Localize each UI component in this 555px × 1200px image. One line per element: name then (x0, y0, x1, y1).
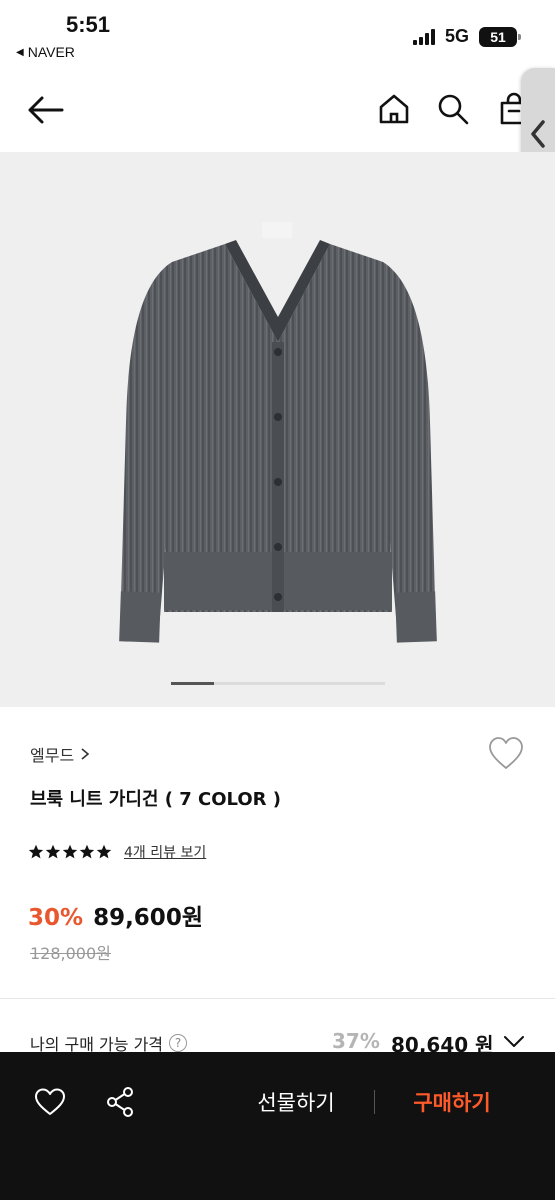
buy-button[interactable]: 구매하기 (396, 1086, 508, 1118)
network-type: 5G (444, 26, 469, 46)
star-icon (79, 844, 95, 859)
brand-name: 엘무드 (30, 746, 75, 765)
discount-rate: 30% (28, 905, 84, 931)
back-triangle-icon: ◀ (16, 46, 24, 58)
chevron-left-icon (531, 120, 545, 148)
brand-link[interactable]: 엘무드 (30, 742, 90, 766)
share-button[interactable] (104, 1086, 136, 1118)
cardigan-image (119, 222, 437, 643)
help-icon[interactable]: ? (169, 1034, 188, 1052)
rating-row: 4개 리뷰 보기 (28, 842, 206, 862)
back-app-name: NAVER (27, 44, 75, 60)
image-pager-active (171, 682, 214, 685)
bottom-action-bar: 선물하기 구매하기 (0, 1052, 555, 1200)
star-icon (62, 844, 78, 859)
price-row: 30% 89,600원 (28, 898, 203, 932)
signal-icon (412, 28, 435, 45)
chevron-right-icon (81, 748, 90, 760)
wishlist-button[interactable] (487, 735, 525, 773)
search-button[interactable] (436, 92, 470, 126)
product-image-carousel[interactable] (0, 152, 555, 707)
status-indicators: 5G 51 (412, 26, 521, 47)
star-icon (28, 844, 44, 859)
back-button[interactable] (26, 92, 66, 128)
header (0, 78, 555, 142)
back-to-app-link[interactable]: ◀ NAVER (16, 44, 75, 60)
original-price: 128,000원 (30, 944, 111, 963)
arrow-left-icon (28, 96, 64, 124)
sale-price: 89,600원 (93, 905, 203, 931)
home-button[interactable] (377, 92, 411, 126)
star-icon (96, 844, 112, 859)
battery-icon: 51 (479, 26, 521, 47)
rating-stars (28, 844, 112, 860)
battery-level: 51 (490, 28, 506, 45)
home-icon (379, 94, 409, 124)
star-icon (45, 844, 61, 859)
status-bar: 5:51 ◀ NAVER 5G 51 (0, 0, 555, 70)
heart-icon (489, 737, 523, 769)
bottom-wishlist-button[interactable] (34, 1087, 66, 1117)
bottom-separator (374, 1090, 375, 1114)
gift-button[interactable]: 선물하기 (240, 1086, 352, 1118)
chevron-down-icon[interactable] (503, 1035, 525, 1049)
review-link[interactable]: 4개 리뷰 보기 (124, 842, 206, 862)
my-discount-rate: 37% (332, 1029, 380, 1053)
divider (0, 998, 555, 999)
heart-icon (35, 1088, 65, 1115)
status-time: 5:51 (66, 12, 111, 37)
search-icon (438, 94, 469, 125)
share-icon (107, 1087, 133, 1117)
product-name: 브룩 니트 가디건 ( 7 COLOR ) (30, 789, 281, 810)
image-pager (171, 682, 385, 685)
